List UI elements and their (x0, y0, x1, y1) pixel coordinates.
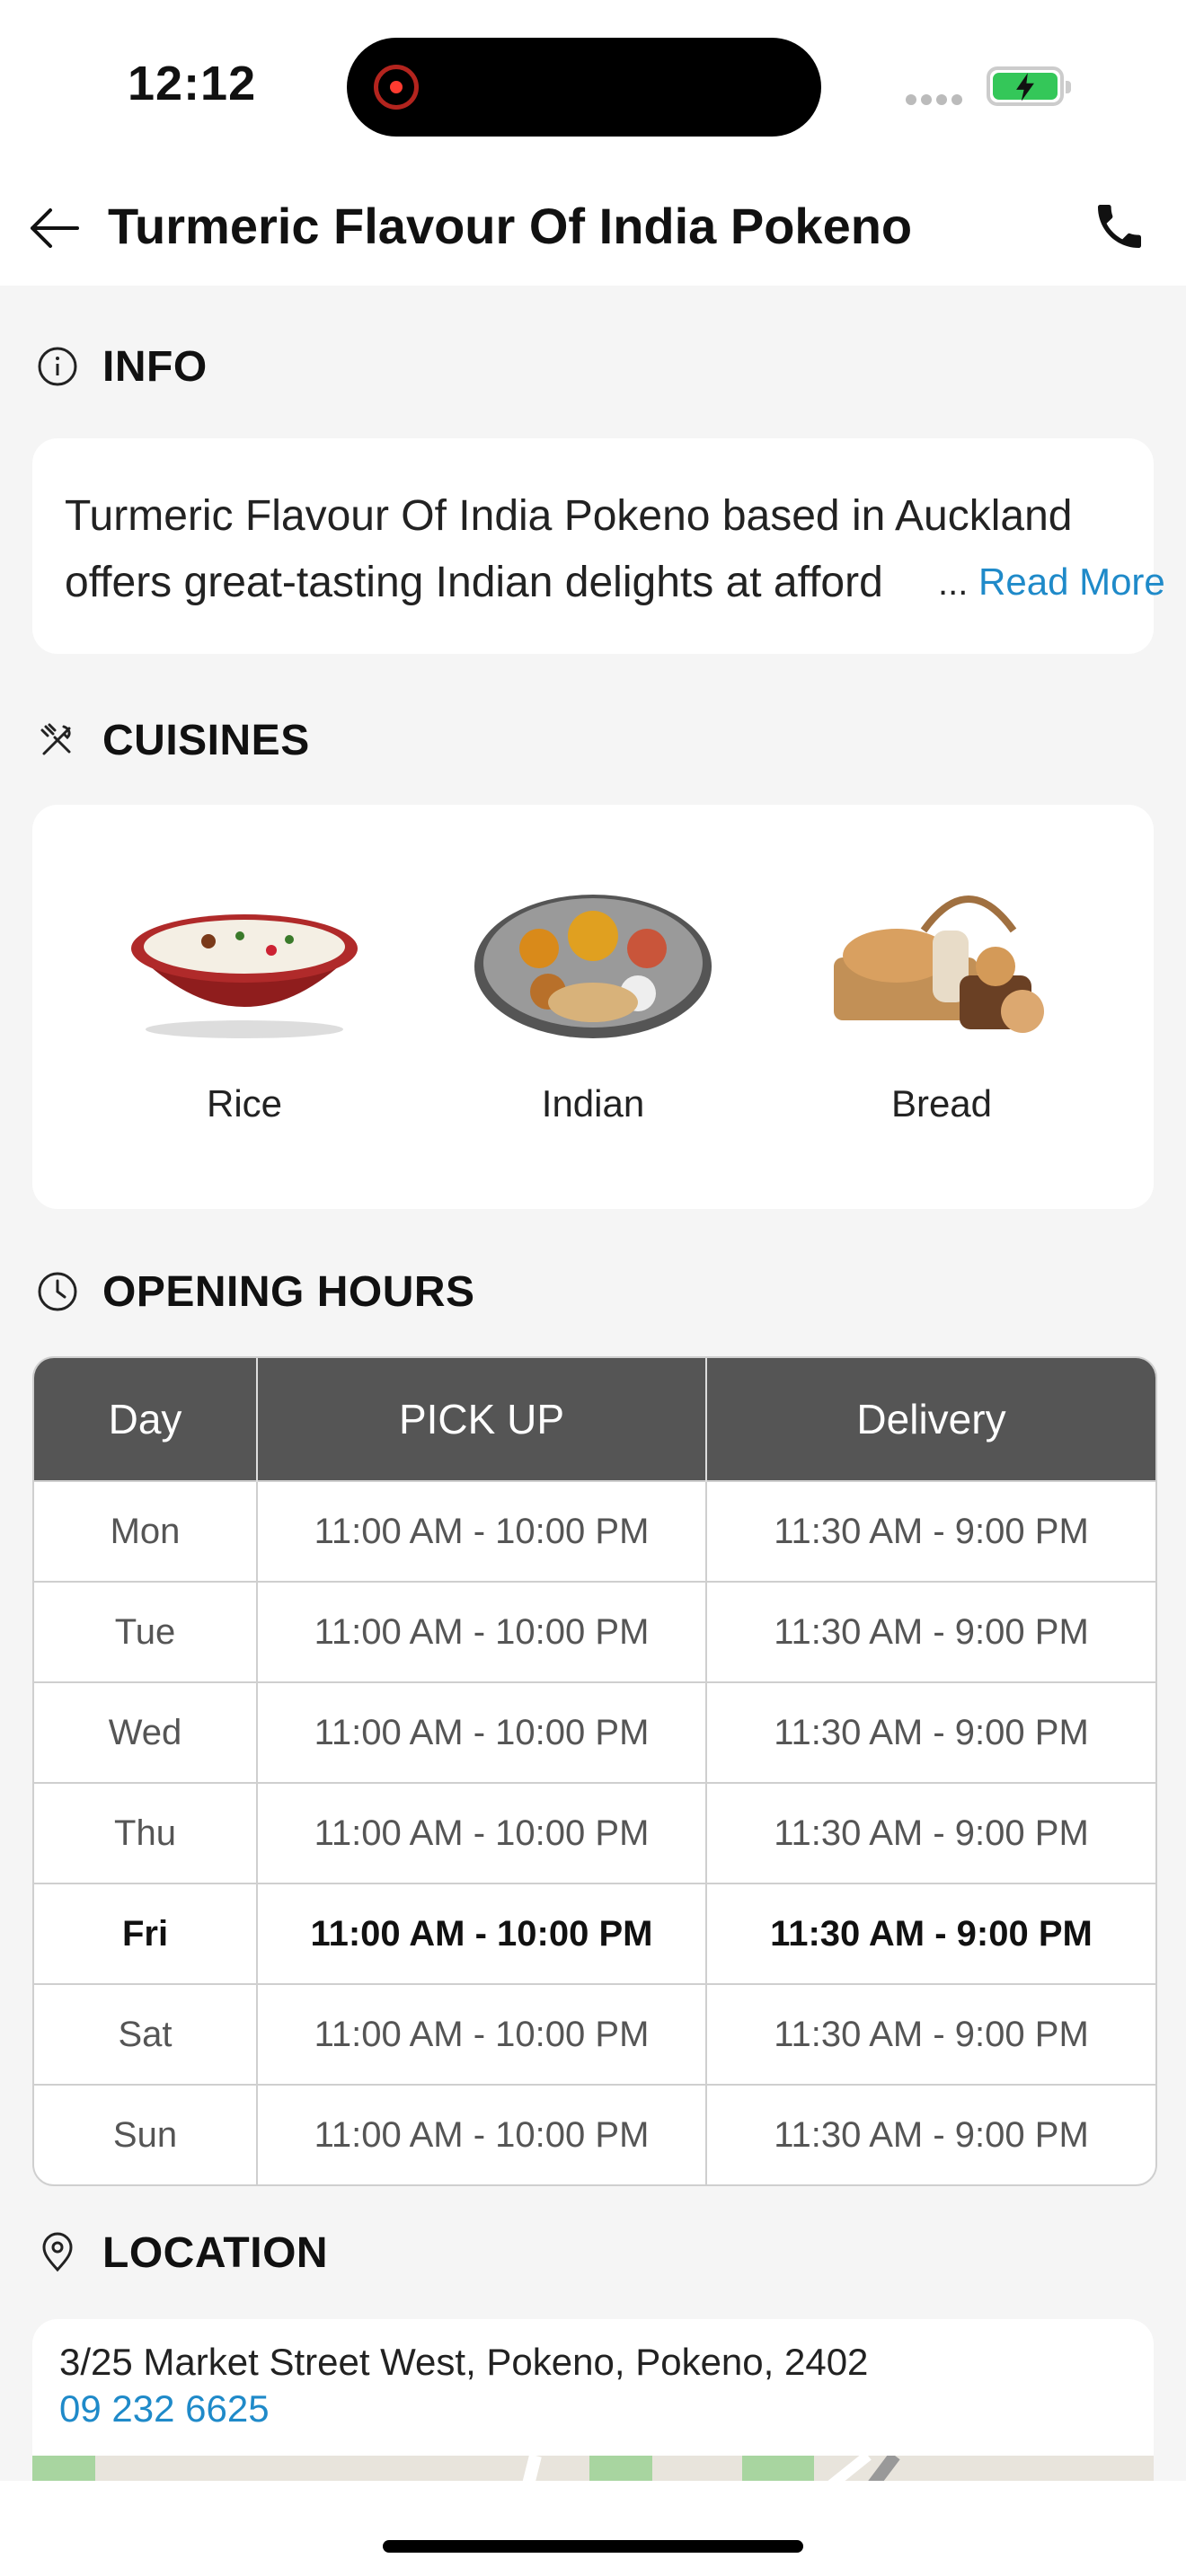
info-section-header: INFO (34, 338, 208, 395)
column-header-pickup: PICK UP (257, 1358, 707, 1481)
info-icon (34, 343, 81, 390)
day-cell: Wed (34, 1681, 258, 1783)
day-cell: Tue (34, 1581, 258, 1682)
cuisines-section-header: CUISINES (34, 711, 310, 769)
opening-hours-heading: OPENING HOURS (102, 1267, 475, 1316)
read-more-label: Read More (978, 560, 1165, 603)
dynamic-island (347, 38, 821, 137)
back-button[interactable] (25, 199, 83, 257)
pickup-cell: 11:00 AM - 10:00 PM (257, 1782, 707, 1883)
pickup-cell: 11:00 AM - 10:00 PM (257, 1983, 707, 2085)
rice-bowl-image (131, 914, 358, 1038)
table-header-row: Day PICK UP Delivery (34, 1358, 1155, 1481)
cuisine-label: Indian (541, 1082, 645, 1125)
home-indicator-bar (0, 2481, 1186, 2576)
cellular-signal-icon (906, 93, 969, 106)
address-text: 3/25 Market Street West, Pokeno, Pokeno,… (59, 2341, 869, 2383)
battery-charging-icon (987, 66, 1071, 106)
page-title: Turmeric Flavour Of India Pokeno (108, 198, 913, 254)
pickup-cell: 11:00 AM - 10:00 PM (257, 2084, 707, 2184)
column-header-delivery: Delivery (706, 1358, 1155, 1481)
clock-icon (34, 1268, 81, 1315)
arrow-left-icon (31, 208, 79, 248)
table-row: Sun 11:00 AM - 10:00 PM 11:30 AM - 9:00 … (34, 2084, 1155, 2184)
delivery-cell: 11:30 AM - 9:00 PM (706, 1782, 1155, 1883)
info-heading: INFO (102, 342, 208, 391)
call-button[interactable] (1091, 198, 1148, 255)
table-row: Sat 11:00 AM - 10:00 PM 11:30 AM - 9:00 … (34, 1983, 1155, 2085)
day-cell: Mon (34, 1480, 258, 1582)
delivery-cell: 11:30 AM - 9:00 PM (706, 1480, 1155, 1582)
status-time: 12:12 (128, 57, 257, 110)
table-row: Wed 11:00 AM - 10:00 PM 11:30 AM - 9:00 … (34, 1681, 1155, 1783)
location-heading: LOCATION (102, 2228, 329, 2277)
delivery-cell: 11:30 AM - 9:00 PM (706, 1681, 1155, 1783)
screen-recording-icon (374, 65, 419, 110)
location-card: 3/25 Market Street West, Pokeno, Pokeno,… (32, 2319, 1154, 2481)
status-bar: 12:12 (0, 0, 1186, 171)
phone-icon (1098, 205, 1141, 248)
cuisine-item-rice[interactable]: Rice (110, 877, 379, 1125)
ellipsis: ... (938, 563, 969, 603)
location-section-header: LOCATION (34, 2224, 328, 2281)
indian-thali-image (474, 895, 712, 1038)
cuisine-item-indian[interactable]: Indian (458, 877, 728, 1125)
pickup-cell: 11:00 AM - 10:00 PM (257, 1480, 707, 1582)
cuisine-label: Rice (206, 1082, 283, 1125)
pickup-cell: 11:00 AM - 10:00 PM (257, 1883, 707, 1984)
cuisine-item-bread[interactable]: Bread (807, 877, 1076, 1125)
bread-basket-image (834, 895, 1044, 1033)
pickup-cell: 11:00 AM - 10:00 PM (257, 1681, 707, 1783)
location-pin-icon (34, 2229, 81, 2276)
opening-hours-section-header: OPENING HOURS (34, 1263, 475, 1320)
column-header-day: Day (34, 1358, 258, 1481)
opening-hours-table: Day PICK UP Delivery Mon 11:00 AM - 10:0… (32, 1356, 1157, 2186)
table-row: Tue 11:00 AM - 10:00 PM 11:30 AM - 9:00 … (34, 1581, 1155, 1682)
table-row: Thu 11:00 AM - 10:00 PM 11:30 AM - 9:00 … (34, 1782, 1155, 1883)
delivery-cell: 11:30 AM - 9:00 PM (706, 1883, 1155, 1984)
app-header: Turmeric Flavour Of India Pokeno (0, 171, 1186, 286)
day-cell: Sat (34, 1983, 258, 2085)
location-map[interactable] (32, 2456, 1154, 2481)
cuisine-label: Bread (890, 1082, 993, 1125)
pickup-cell: 11:00 AM - 10:00 PM (257, 1581, 707, 1682)
cuisines-card: Rice Indian Bread (32, 805, 1154, 1209)
read-more-link[interactable]: ... Read More (938, 560, 1165, 604)
delivery-cell: 11:30 AM - 9:00 PM (706, 1581, 1155, 1682)
cuisines-heading: CUISINES (102, 716, 310, 764)
day-cell: Fri (34, 1883, 258, 1984)
utensils-icon (34, 717, 81, 763)
info-card: Turmeric Flavour Of India Pokeno based i… (32, 438, 1165, 654)
phone-link[interactable]: 09 232 6625 (59, 2387, 270, 2430)
delivery-cell: 11:30 AM - 9:00 PM (706, 2084, 1155, 2184)
table-row-today: Fri 11:00 AM - 10:00 PM 11:30 AM - 9:00 … (34, 1883, 1155, 1984)
day-cell: Thu (34, 1782, 258, 1883)
day-cell: Sun (34, 2084, 258, 2184)
table-row: Mon 11:00 AM - 10:00 PM 11:30 AM - 9:00 … (34, 1480, 1155, 1582)
home-indicator[interactable] (383, 2540, 803, 2553)
delivery-cell: 11:30 AM - 9:00 PM (706, 1983, 1155, 2085)
